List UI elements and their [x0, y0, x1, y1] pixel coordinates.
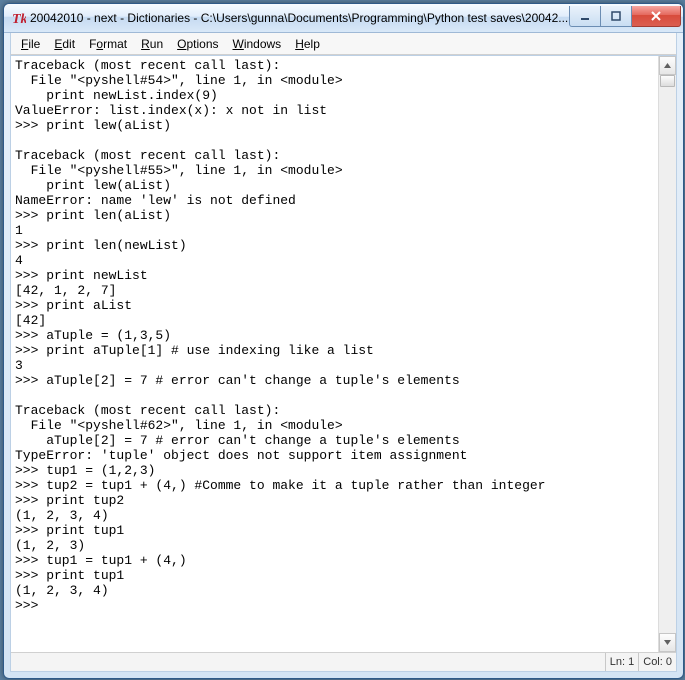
scroll-track[interactable] [659, 75, 676, 633]
menu-run[interactable]: Run [135, 35, 169, 53]
close-button[interactable] [632, 6, 681, 27]
window-title: 20042010 - next - Dictionaries - C:\User… [30, 11, 569, 25]
app-window: Tk 20042010 - next - Dictionaries - C:\U… [3, 3, 684, 679]
editor-wrap: Traceback (most recent call last): File … [11, 56, 676, 652]
menu-options[interactable]: Options [171, 35, 224, 53]
menubar: File Edit Format Run Options Windows Hel… [10, 33, 677, 55]
scroll-up-button[interactable] [659, 56, 676, 75]
scroll-thumb[interactable] [660, 75, 675, 87]
status-line: Ln: 1 [605, 653, 638, 671]
menu-format[interactable]: Format [83, 35, 133, 53]
maximize-button[interactable] [601, 6, 632, 27]
client-area: Traceback (most recent call last): File … [10, 55, 677, 672]
statusbar: Ln: 1 Col: 0 [11, 652, 676, 671]
menu-file[interactable]: File [15, 35, 46, 53]
menu-windows[interactable]: Windows [227, 35, 288, 53]
scroll-down-button[interactable] [659, 633, 676, 652]
vertical-scrollbar[interactable] [658, 56, 676, 652]
titlebar[interactable]: Tk 20042010 - next - Dictionaries - C:\U… [4, 4, 683, 33]
menu-edit[interactable]: Edit [48, 35, 81, 53]
menu-help[interactable]: Help [289, 35, 326, 53]
window-controls [569, 6, 681, 26]
app-icon: Tk [10, 10, 26, 26]
code-editor[interactable]: Traceback (most recent call last): File … [11, 56, 658, 652]
status-col: Col: 0 [638, 653, 676, 671]
minimize-button[interactable] [569, 6, 601, 27]
svg-text:Tk: Tk [12, 12, 26, 26]
